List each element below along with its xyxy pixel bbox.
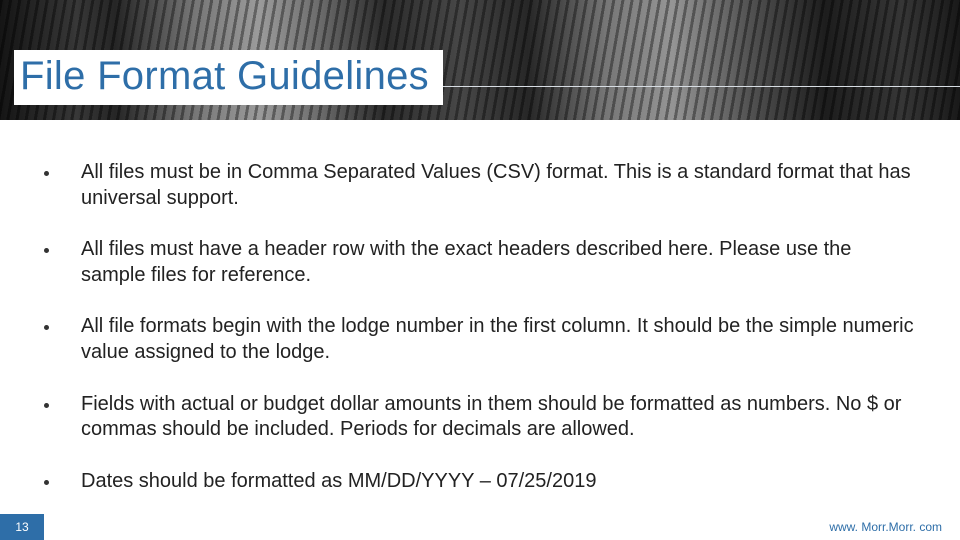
bullet-icon — [44, 325, 49, 330]
bullet-icon — [44, 171, 49, 176]
bullet-text: All files must be in Comma Separated Val… — [81, 160, 920, 211]
title-divider — [400, 86, 960, 87]
title-container: File Format Guidelines — [14, 50, 443, 105]
footer-url: www. Morr.Morr. com — [829, 520, 942, 534]
list-item: Dates should be formatted as MM/DD/YYYY … — [40, 469, 920, 495]
bullet-text: All file formats begin with the lodge nu… — [81, 314, 920, 365]
bullet-icon — [44, 480, 49, 485]
bullet-text: Dates should be formatted as MM/DD/YYYY … — [81, 469, 596, 495]
bullet-text: All files must have a header row with th… — [81, 237, 920, 288]
bullet-icon — [44, 248, 49, 253]
slide-title: File Format Guidelines — [20, 54, 429, 99]
page-number: 13 — [0, 514, 44, 540]
slide: File Format Guidelines All files must be… — [0, 0, 960, 540]
bullet-icon — [44, 403, 49, 408]
bullet-text: Fields with actual or budget dollar amou… — [81, 392, 920, 443]
list-item: Fields with actual or budget dollar amou… — [40, 392, 920, 443]
list-item: All file formats begin with the lodge nu… — [40, 314, 920, 365]
bullet-list: All files must be in Comma Separated Val… — [40, 160, 920, 520]
list-item: All files must have a header row with th… — [40, 237, 920, 288]
list-item: All files must be in Comma Separated Val… — [40, 160, 920, 211]
